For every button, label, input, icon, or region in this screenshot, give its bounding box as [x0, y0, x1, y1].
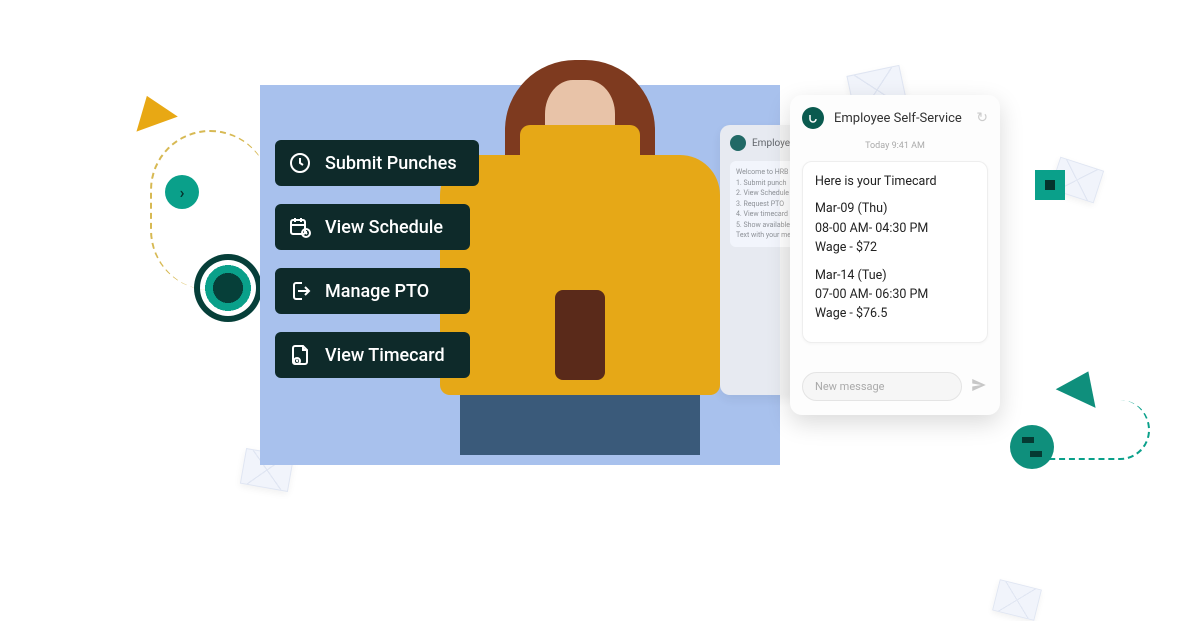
- calendar-clock-icon: [287, 214, 313, 240]
- menu-item-label: View Timecard: [325, 345, 445, 366]
- phone-icon: [555, 290, 605, 380]
- menu-item-label: Manage PTO: [325, 281, 429, 302]
- file-clock-icon: [287, 342, 313, 368]
- menu-item-view-timecard[interactable]: View Timecard: [275, 332, 470, 378]
- timecard-wage: Wage - $76.5: [815, 304, 975, 323]
- avatar: [802, 107, 824, 129]
- hero-stage: › Submit Punches View Schedule: [0, 0, 1200, 538]
- square-badge-icon: [1035, 170, 1065, 200]
- menu-item-label: View Schedule: [325, 217, 443, 238]
- feature-menu: Submit Punches View Schedule Manage PTO …: [275, 140, 479, 378]
- paper-plane-icon: [126, 88, 178, 131]
- clock-icon: [287, 150, 313, 176]
- chat-input-row: New message: [790, 362, 1000, 415]
- timecard-entry: Mar-14 (Tue) 07-00 AM- 06:30 PM Wage - $…: [815, 266, 975, 324]
- menu-item-view-schedule[interactable]: View Schedule: [275, 204, 470, 250]
- send-icon[interactable]: [970, 376, 988, 398]
- chat-timestamp: Today 9:41 AM: [790, 141, 1000, 157]
- timecard-date: Mar-14 (Tue): [815, 266, 975, 285]
- timecard-hours: 08-00 AM- 04:30 PM: [815, 219, 975, 238]
- ring-icon: [200, 260, 256, 316]
- chat-header: Employee Self-Service ↻: [790, 95, 1000, 141]
- menu-item-manage-pto[interactable]: Manage PTO: [275, 268, 470, 314]
- envelope-icon: [992, 579, 1042, 621]
- chat-card: Employee Self-Service ↻ Today 9:41 AM He…: [790, 95, 1000, 415]
- chat-message-lead: Here is your Timecard: [815, 172, 975, 191]
- timecard-date: Mar-09 (Thu): [815, 199, 975, 218]
- logout-icon: [287, 278, 313, 304]
- chat-input[interactable]: New message: [802, 372, 962, 401]
- menu-item-submit-punches[interactable]: Submit Punches: [275, 140, 479, 186]
- chat-message: Here is your Timecard Mar-09 (Thu) 08-00…: [802, 161, 988, 343]
- chat-title: Employee Self-Service: [834, 111, 966, 126]
- timecard-entry: Mar-09 (Thu) 08-00 AM- 04:30 PM Wage - $…: [815, 199, 975, 257]
- menu-item-label: Submit Punches: [325, 153, 457, 174]
- timecard-hours: 07-00 AM- 06:30 PM: [815, 285, 975, 304]
- refresh-icon[interactable]: ↻: [976, 110, 988, 126]
- chevron-badge-icon: ›: [165, 175, 199, 209]
- corner-badge-icon: [1010, 425, 1054, 469]
- timecard-wage: Wage - $72: [815, 238, 975, 257]
